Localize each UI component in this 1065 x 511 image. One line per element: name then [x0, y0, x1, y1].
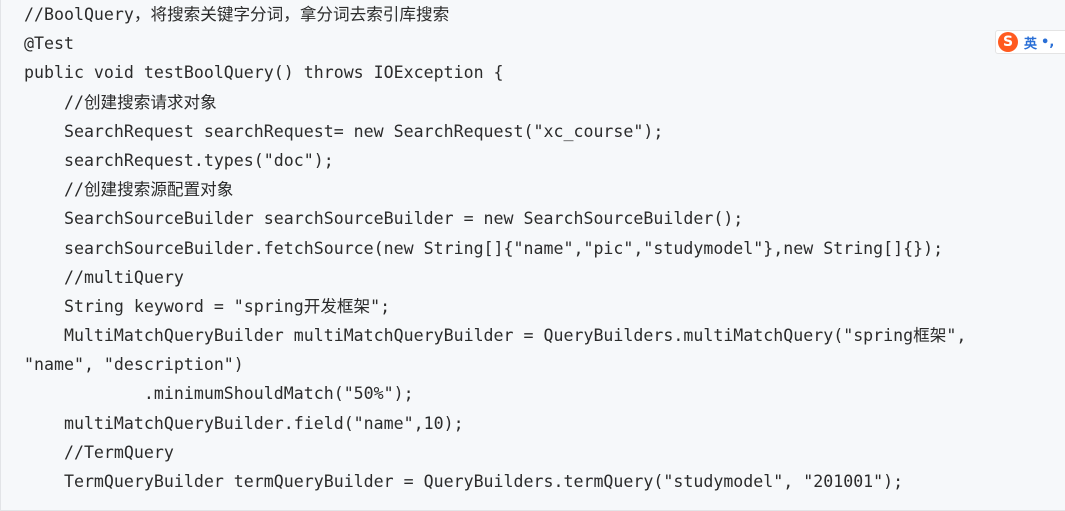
code-line: //multiQuery	[24, 267, 184, 287]
code-line: MultiMatchQueryBuilder multiMatchQueryBu…	[24, 326, 967, 346]
code-line: //TermQuery	[24, 442, 174, 462]
code-line: //BoolQuery，将搜索关键字分词，拿分词去索引库搜索	[24, 5, 450, 24]
ime-language-toggle[interactable]: 英	[1024, 33, 1037, 52]
code-line: SearchSourceBuilder searchSourceBuilder …	[24, 209, 744, 229]
code-line: TermQueryBuilder termQueryBuilder = Quer…	[24, 472, 904, 491]
code-line: multiMatchQueryBuilder.field("name",10);	[24, 413, 464, 433]
code-line: public void testBoolQuery() throws IOExc…	[24, 63, 504, 83]
code-line: @Test	[24, 34, 74, 54]
code-line: .minimumShouldMatch("50%");	[24, 384, 414, 404]
ime-punctuation-toggle[interactable]: •,	[1041, 35, 1054, 50]
code-line: //创建搜索源配置对象	[24, 180, 234, 200]
code-line: "name", "description")	[24, 355, 244, 375]
ime-toolbar[interactable]: S 英 •,	[995, 30, 1065, 54]
code-lines[interactable]: //BoolQuery，将搜索关键字分词，拿分词去索引库搜索 @Test publi…	[24, 0, 966, 496]
sogou-ime-icon[interactable]: S	[998, 32, 1018, 52]
code-line: SearchRequest searchRequest= new SearchR…	[24, 121, 664, 141]
code-line: searchSourceBuilder.fetchSource(new Stri…	[24, 238, 944, 258]
code-block: //BoolQuery，将搜索关键字分词，拿分词去索引库搜索 @Test publi…	[0, 0, 1065, 511]
code-line: String keyword = "spring开发框架";	[24, 296, 391, 316]
code-line: //创建搜索请求对象	[24, 92, 217, 112]
code-line: searchRequest.types("doc");	[24, 150, 334, 170]
